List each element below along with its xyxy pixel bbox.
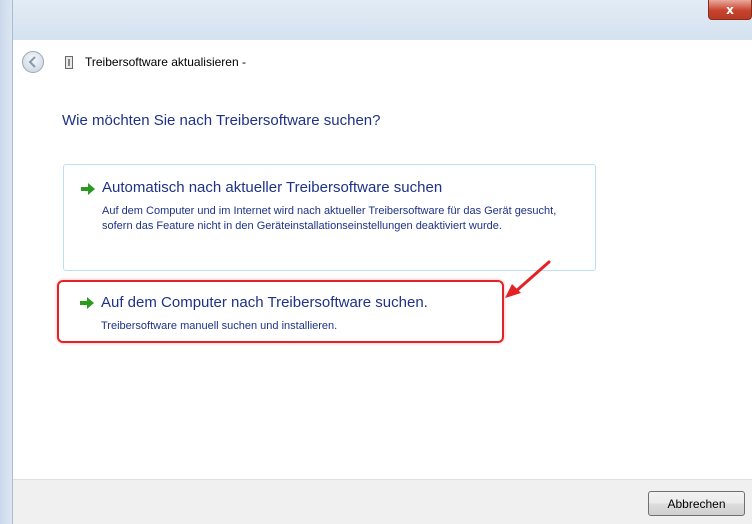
green-arrow-icon bbox=[81, 183, 95, 195]
wizard-footer: Abbrechen bbox=[13, 479, 752, 524]
back-arrow-icon bbox=[28, 56, 36, 68]
option-automatic-search[interactable]: Automatisch nach aktueller Treibersoftwa… bbox=[63, 164, 596, 271]
close-icon: x bbox=[726, 2, 734, 17]
cancel-button[interactable]: Abbrechen bbox=[648, 491, 745, 516]
window-frame-left bbox=[0, 0, 13, 524]
wizard-content: Treibersoftware aktualisieren - Wie möch… bbox=[13, 40, 752, 524]
wizard-nav-bar: Treibersoftware aktualisieren - bbox=[13, 46, 752, 78]
wizard-title: Treibersoftware aktualisieren - bbox=[85, 55, 246, 69]
device-icon bbox=[65, 56, 73, 69]
close-button[interactable]: x bbox=[708, 0, 752, 20]
red-pointer-arrow-icon bbox=[505, 260, 551, 298]
title-bar bbox=[0, 0, 752, 40]
back-button[interactable] bbox=[22, 51, 44, 73]
option-title: Automatisch nach aktueller Treibersoftwa… bbox=[102, 179, 443, 196]
option-title: Auf dem Computer nach Treibersoftware su… bbox=[101, 294, 428, 311]
option-description: Treibersoftware manuell suchen und insta… bbox=[101, 320, 338, 332]
page-heading: Wie möchten Sie nach Treibersoftware suc… bbox=[62, 112, 381, 129]
green-arrow-icon bbox=[80, 297, 94, 309]
option-description: Auf dem Computer und im Internet wird na… bbox=[102, 205, 557, 232]
option-browse-computer[interactable]: Auf dem Computer nach Treibersoftware su… bbox=[57, 280, 504, 343]
